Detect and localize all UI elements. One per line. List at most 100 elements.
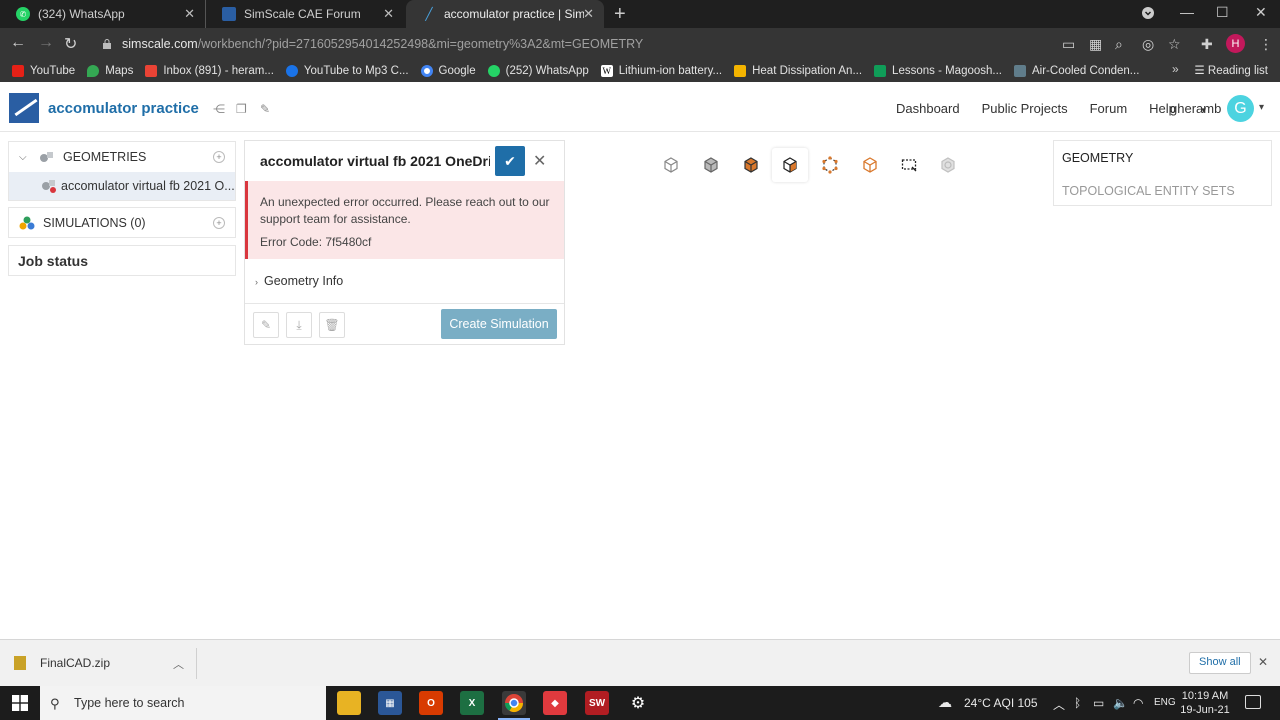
nav-public-projects[interactable]: Public Projects [982,101,1068,116]
magoosh-icon [874,65,887,77]
solid-edges-view-icon[interactable] [742,156,760,174]
close-icon[interactable]: ✕ [184,6,195,22]
share-icon[interactable]: ⋲ [213,102,225,116]
hidden-parts-icon[interactable] [939,156,957,174]
tab-search-icon[interactable] [1142,6,1154,22]
edge-select-icon[interactable] [861,156,879,174]
solid-view-icon[interactable] [702,156,720,174]
close-icon[interactable]: ✕ [383,6,394,22]
maps-icon [87,65,100,77]
vertex-select-icon[interactable] [821,156,839,174]
zoom-icon[interactable]: ⌕ [1115,36,1123,53]
eye-off-icon[interactable]: ◎ [1142,36,1154,53]
minimize-icon[interactable]: — [1180,4,1194,20]
bookmark-gmail[interactable]: Inbox (891) - heram... [145,65,274,77]
cast-icon[interactable]: ▭ [1062,36,1075,53]
close-icon[interactable]: ✕ [583,6,594,22]
taskbar-clock[interactable]: 10:19 AM 19-Jun-21 [1180,689,1230,717]
bookmark-maps[interactable]: Maps [87,65,133,77]
delete-button[interactable]: 🗑 [319,312,345,338]
windows-start-icon[interactable] [12,695,28,711]
bookmark-heat-dissipation[interactable]: Heat Dissipation An... [734,65,862,77]
geometry-panel-tab[interactable]: GEOMETRY [1062,151,1133,165]
show-all-button[interactable]: Show all [1189,652,1251,674]
close-icon[interactable]: ✕ [1258,655,1268,669]
settings-gear-icon[interactable]: ⚙ [626,691,650,715]
close-window-icon[interactable]: ✕ [1255,4,1267,21]
tab-accomulator-practice[interactable]: ╱ accomulator practice | SimScale V ✕ [406,0,604,28]
reload-icon[interactable]: ↻ [64,34,77,54]
calculator-icon[interactable]: ▦ [378,691,402,715]
edit-icon: ✎ [260,318,272,332]
simscale-logo[interactable] [9,93,39,123]
user-avatar[interactable]: G [1227,95,1254,122]
extensions-icon[interactable]: ✚ [1201,36,1213,53]
bookmark-yt-mp3[interactable]: YouTube to Mp3 C... [285,65,409,77]
geometry-item[interactable]: accomulator virtual fb 2021 O... [9,172,235,200]
bluetooth-icon[interactable]: ᛒ [1074,696,1081,710]
star-icon[interactable]: ☆ [1168,36,1181,53]
taskbar-search-box[interactable]: ⚲ Type here to search [40,686,326,720]
bookmark-google[interactable]: Google [420,65,476,77]
forward-icon[interactable]: → [38,34,54,52]
bookmark-whatsapp[interactable]: (252) WhatsApp [487,65,589,77]
user-name[interactable]: gheramb [1170,101,1221,116]
nav-dashboard[interactable]: Dashboard [896,101,960,116]
maximize-icon[interactable]: ☐ [1216,4,1229,21]
chevron-down-icon[interactable]: ⌵ [19,152,33,163]
topological-entity-sets-tab[interactable]: TOPOLOGICAL ENTITY SETS [1062,184,1235,198]
excel-icon[interactable]: X [460,691,484,715]
nav-forum[interactable]: Forum [1090,101,1128,116]
back-icon[interactable]: ← [10,34,26,52]
tab-simscale-forum[interactable]: SimScale CAE Forum ✕ [206,0,404,28]
bookmark-magoosh[interactable]: Lessons - Magoosh... [874,65,1002,77]
chrome-icon[interactable] [498,691,530,720]
geometries-header[interactable]: ⌵ GEOMETRIES + [9,142,235,172]
geometry-error-icon [41,179,57,193]
bookmark-air-cooled[interactable]: Air-Cooled Conden... [1014,65,1139,77]
download-button[interactable]: ⤓ [286,312,312,338]
qr-icon[interactable]: ▦ [1089,36,1102,53]
geometry-info-toggle[interactable]: › Geometry Info [255,274,343,288]
language-indicator[interactable]: ENG [1154,697,1176,708]
tab-whatsapp[interactable]: ✆ (324) WhatsApp ✕ [0,0,206,28]
file-explorer-icon[interactable] [337,691,361,715]
create-simulation-button[interactable]: Create Simulation [441,309,557,339]
wireframe-view-icon[interactable] [662,156,680,174]
add-geometry-button[interactable]: + [213,151,225,163]
copy-icon[interactable]: ❐ [236,102,247,116]
reading-list-label: Reading list [1207,65,1268,77]
more-bookmarks-icon[interactable]: » [1172,62,1179,76]
confirm-button[interactable]: ✔ [495,146,525,176]
download-item[interactable]: FinalCAD.zip [14,656,110,670]
geometry-name-field[interactable]: accomulator virtual fb 2021 OneDriv [260,153,490,169]
battery-icon[interactable]: ▭ [1093,696,1104,710]
edit-geometry-button[interactable]: ✎ [253,312,279,338]
url-field[interactable]: simscale.com/workbench/?pid=271605295401… [88,32,1048,56]
reading-list-icon: ☰ [1194,65,1208,77]
weather-text[interactable]: 24°C AQI 105 [964,696,1038,710]
add-simulation-button[interactable]: + [213,217,225,229]
face-select-view-icon[interactable] [772,148,808,182]
chevron-up-icon[interactable]: ︿ [173,656,184,672]
chevron-up-icon[interactable]: ︿ [1053,696,1065,713]
solidworks-icon[interactable]: SW [585,691,609,715]
new-tab-button[interactable]: + [614,3,626,26]
chevron-down-icon[interactable]: ▾ [1259,102,1264,113]
wifi-icon[interactable]: ◠ [1133,696,1143,710]
profile-avatar[interactable]: H [1226,34,1245,53]
simulations-header[interactable]: SIMULATIONS (0) + [9,208,235,238]
edit-icon[interactable]: ✎ [260,102,270,116]
reading-list-button[interactable]: ☰ Reading list [1194,63,1268,77]
office-icon[interactable]: O [419,691,443,715]
download-file-name: FinalCAD.zip [40,656,111,670]
bookmark-wikipedia[interactable]: W Lithium-ion battery... [600,65,722,77]
volume-icon[interactable]: 🔈 [1113,696,1128,710]
close-icon[interactable]: ✕ [533,151,546,171]
box-select-icon[interactable] [900,156,918,174]
bookmark-youtube[interactable]: YouTube [12,65,75,77]
menu-icon[interactable]: ⋮ [1259,36,1273,53]
job-status-section[interactable]: Job status [8,245,236,276]
notifications-icon[interactable] [1245,695,1261,709]
anydesk-icon[interactable]: ◆ [543,691,567,715]
